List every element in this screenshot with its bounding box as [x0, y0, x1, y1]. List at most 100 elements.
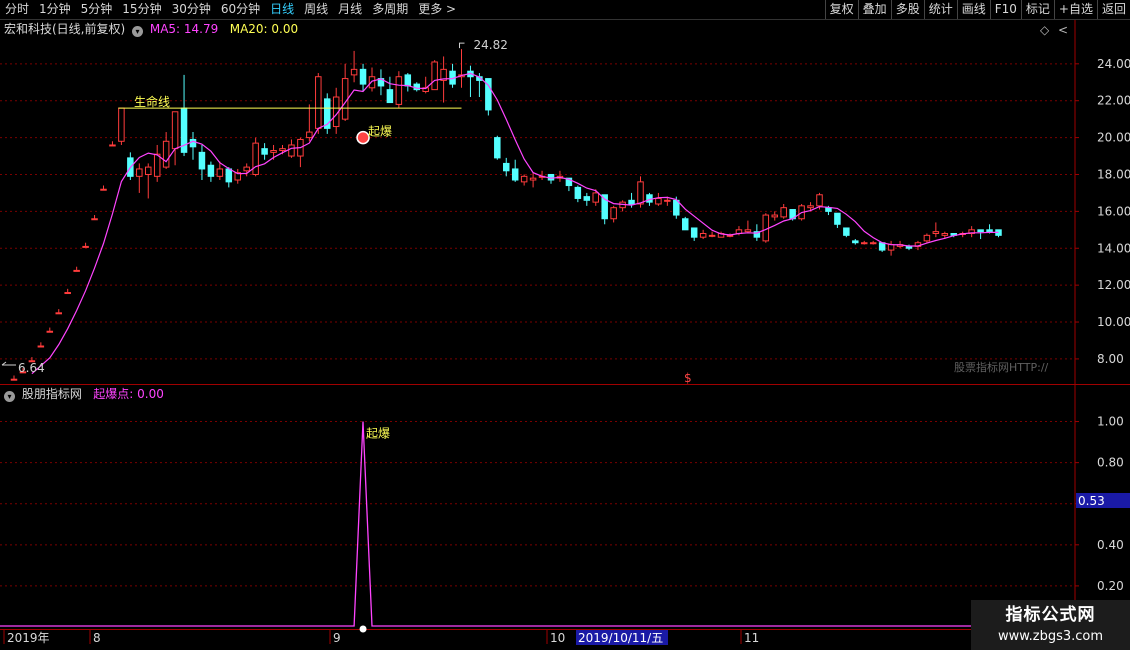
candle-body-89 — [807, 205, 814, 209]
candle-body-0 — [10, 378, 18, 381]
candle-body-93 — [843, 227, 850, 236]
dollar-marker: $ — [684, 371, 692, 385]
low-marker — [1, 361, 16, 366]
main-ytick-label-3: 14.00 — [1097, 241, 1130, 255]
main-ytick-label-6: 20.00 — [1097, 131, 1130, 145]
candle-body-17 — [162, 140, 170, 168]
candle-body-77 — [699, 233, 707, 238]
candle-body-55 — [503, 162, 510, 172]
candle-body-108 — [977, 229, 984, 233]
qibao-label: 起爆 — [368, 125, 392, 139]
scroll-left-icon: < — [1058, 23, 1068, 37]
candle-body-11 — [109, 144, 116, 147]
candle-body-96 — [869, 242, 877, 245]
main-ytick-label-2: 12.00 — [1097, 278, 1130, 292]
candle-body-44 — [404, 74, 412, 87]
candle-body-69 — [628, 199, 635, 205]
candle-body-23 — [216, 168, 224, 177]
candle-body-56 — [511, 168, 519, 181]
low-label: 6.64 — [18, 361, 45, 375]
candle-body-67 — [610, 207, 617, 220]
sub-ytick-label-3: 0.80 — [1097, 456, 1124, 470]
candle-body-109 — [986, 229, 993, 233]
candle-body-29 — [270, 150, 277, 153]
candle-body-22 — [207, 164, 215, 177]
candle-body-97 — [878, 242, 886, 251]
date-highlight-label: 2019/10/11/五 — [578, 631, 663, 645]
logo-line1: 指标公式网 — [1005, 605, 1096, 625]
signal-dot — [359, 625, 367, 633]
candle-body-47 — [431, 61, 438, 91]
date-label-2: 9 — [333, 631, 341, 645]
candle-body-92 — [834, 212, 841, 225]
candle-body-66 — [601, 194, 608, 220]
candle-body-24 — [225, 168, 233, 183]
candle-body-100 — [905, 245, 913, 249]
candle-body-94 — [852, 240, 859, 244]
sub-ytick-label-4: 1.00 — [1097, 415, 1124, 429]
candle-body-82 — [744, 229, 752, 233]
main-ytick-label-1: 10.00 — [1097, 315, 1130, 329]
candle-body-85 — [771, 214, 778, 218]
candle-body-7 — [73, 269, 80, 272]
candle-body-71 — [646, 194, 653, 203]
diamond-icon: ◇ — [1040, 23, 1050, 37]
candle-body-9 — [91, 218, 98, 221]
candle-body-76 — [690, 227, 698, 238]
candle-body-104 — [941, 233, 949, 236]
kline-chart[interactable]: 生命线起爆 24.82 6.64 $ ◇ < 8.00 10.00 12.00 14.00 16.… — [0, 0, 1130, 650]
main-ytick-label-5: 18.00 — [1097, 167, 1130, 181]
candle-body-18 — [171, 111, 179, 150]
main-ytick-label-0: 8.00 — [1097, 352, 1124, 366]
candle-body-20 — [189, 138, 197, 148]
date-label-0: 2019年 — [7, 631, 50, 645]
date-label-3: 10 — [550, 631, 565, 645]
candle-body-6 — [64, 292, 71, 295]
candle-body-8 — [82, 245, 89, 248]
candle-body-27 — [252, 142, 259, 175]
watermark: 股票指标网HTTP:// — [954, 361, 1049, 374]
candle-body-12 — [118, 107, 125, 142]
main-ytick-label-8: 24.00 — [1097, 57, 1130, 71]
main-ytick-label-4: 16.00 — [1097, 204, 1130, 218]
candle-body-34 — [315, 76, 322, 129]
candle-body-72 — [655, 197, 662, 205]
candle-body-14 — [136, 168, 143, 177]
candle-body-90 — [816, 194, 823, 207]
candle-body-15 — [145, 166, 152, 175]
candle-body-98 — [887, 244, 895, 251]
candle-body-91 — [825, 207, 832, 212]
logo-line2: www.zbgs3.com — [997, 629, 1104, 644]
life-line-label: 生命线 — [134, 94, 170, 109]
candle-body-95 — [861, 242, 868, 245]
candle-body-5 — [55, 312, 62, 315]
date-label-4: 11 — [744, 631, 759, 645]
candle-body-16 — [153, 153, 161, 177]
main-ytick-label-7: 22.00 — [1097, 94, 1130, 108]
candle-body-75 — [682, 218, 689, 231]
candle-body-38 — [350, 68, 358, 76]
candle-body-102 — [923, 234, 931, 242]
candle-body-78 — [708, 234, 716, 237]
sub-ytick-label-0: 0.20 — [1097, 579, 1124, 593]
candle-body-4 — [46, 330, 54, 333]
candle-body-65 — [592, 192, 599, 203]
candle-body-70 — [637, 181, 644, 205]
candle-body-21 — [198, 151, 206, 170]
candle-body-40 — [368, 76, 376, 89]
candle-body-58 — [529, 177, 537, 181]
candle-body-26 — [243, 166, 250, 172]
candle-body-103 — [932, 231, 940, 235]
candle-body-31 — [288, 144, 295, 157]
sub-ytick-label-1: 0.40 — [1097, 538, 1124, 552]
candle-body-54 — [494, 137, 501, 159]
date-label-1: 8 — [93, 631, 101, 645]
candle-body-10 — [100, 188, 107, 191]
candle-body-63 — [574, 186, 582, 199]
qibao-signal-label: 起爆 — [366, 427, 390, 441]
cursor-value-label: 0.53 — [1078, 494, 1105, 508]
candle-body-33 — [306, 131, 313, 139]
candle-body-73 — [664, 199, 671, 202]
candle-body-42 — [386, 89, 394, 104]
high-label: 24.82 — [474, 38, 508, 52]
